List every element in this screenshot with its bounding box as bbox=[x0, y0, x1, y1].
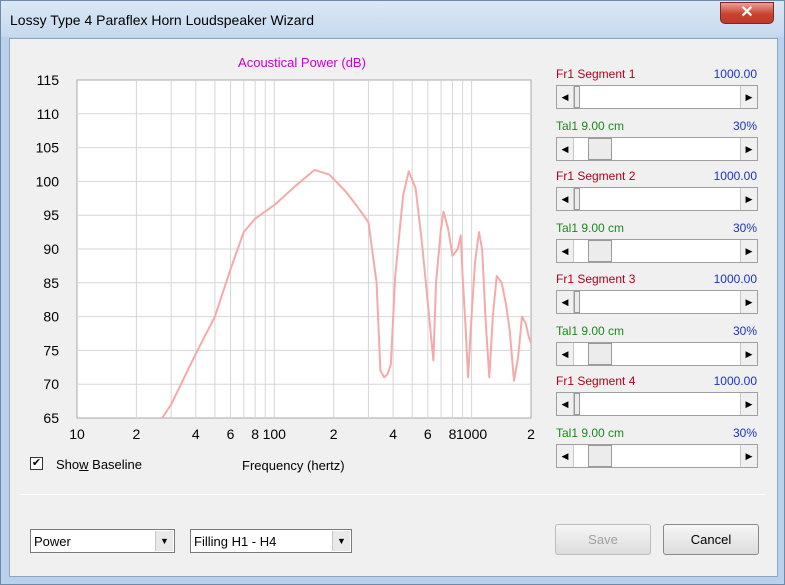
fr-value: 1000.00 bbox=[713, 67, 757, 81]
tal-percent: 30% bbox=[732, 221, 757, 235]
scroll-left-arrow-icon[interactable]: ◀ bbox=[557, 445, 574, 467]
scroll-thumb[interactable] bbox=[588, 138, 612, 160]
x-axis-title: Frequency (hertz) bbox=[242, 458, 345, 473]
tal-percent: 30% bbox=[732, 119, 757, 133]
scroll-right-arrow-icon[interactable]: ▶ bbox=[740, 445, 757, 467]
title-bar: Lossy Type 4 Paraflex Horn Loudspeaker W… bbox=[1, 1, 784, 37]
acoustical-power-chart: 1151101051009590858075706510 2 4 6 8 100 2 4 6 8 1… bbox=[36, 55, 535, 442]
scroll-left-arrow-icon[interactable]: ◀ bbox=[557, 343, 574, 365]
scroll-left-arrow-icon[interactable]: ◀ bbox=[557, 138, 574, 160]
chart-title: Acoustical Power (dB) bbox=[238, 55, 366, 70]
tal-percent: 30% bbox=[732, 426, 757, 440]
scroll-thumb[interactable] bbox=[574, 291, 580, 313]
chevron-down-icon[interactable]: ▼ bbox=[155, 531, 173, 551]
separator bbox=[20, 494, 766, 495]
scroll-right-arrow-icon[interactable]: ▶ bbox=[740, 393, 757, 415]
mode-select[interactable]: Power ▼ bbox=[30, 529, 175, 553]
x-tick-label: 6 bbox=[424, 426, 432, 442]
tal-label: Tal1 9.00 cm bbox=[556, 221, 625, 235]
cancel-button[interactable]: Cancel bbox=[663, 524, 759, 555]
filling-select[interactable]: Filling H1 - H4 ▼ bbox=[190, 529, 352, 553]
scroll-left-arrow-icon[interactable]: ◀ bbox=[557, 291, 574, 313]
tal-slider[interactable]: ◀ ▶ bbox=[556, 239, 758, 263]
scroll-track[interactable] bbox=[574, 188, 740, 210]
x-tick-label: 2 bbox=[132, 426, 140, 442]
tal-percent: 30% bbox=[732, 324, 757, 338]
fr-value: 1000.00 bbox=[713, 374, 757, 388]
scroll-track[interactable] bbox=[574, 86, 740, 108]
show-baseline-checkbox[interactable]: ✔ bbox=[30, 457, 43, 470]
x-tick-label: 100 bbox=[263, 426, 287, 442]
scroll-right-arrow-icon[interactable]: ▶ bbox=[740, 86, 757, 108]
scroll-track[interactable] bbox=[574, 240, 740, 262]
x-tick-label: 6 bbox=[227, 426, 235, 442]
save-button[interactable]: Save bbox=[555, 524, 651, 555]
scroll-left-arrow-icon[interactable]: ◀ bbox=[557, 240, 574, 262]
fr-slider[interactable]: ◀ ▶ bbox=[556, 85, 758, 109]
fr-value: 1000.00 bbox=[713, 169, 757, 183]
tal-slider[interactable]: ◀ ▶ bbox=[556, 444, 758, 468]
x-tick-label: 2 bbox=[330, 426, 338, 442]
scroll-track[interactable] bbox=[574, 138, 740, 160]
dialog-window: Lossy Type 4 Paraflex Horn Loudspeaker W… bbox=[0, 0, 785, 585]
scroll-thumb[interactable] bbox=[588, 445, 612, 467]
y-tick-label: 100 bbox=[36, 173, 60, 189]
fr-slider[interactable]: ◀ ▶ bbox=[556, 290, 758, 314]
y-tick-label: 90 bbox=[43, 241, 59, 257]
scroll-thumb[interactable] bbox=[574, 86, 580, 108]
fr-slider[interactable]: ◀ ▶ bbox=[556, 392, 758, 416]
tal-slider[interactable]: ◀ ▶ bbox=[556, 342, 758, 366]
tal-label: Tal1 9.00 cm bbox=[556, 119, 625, 133]
scroll-left-arrow-icon[interactable]: ◀ bbox=[557, 188, 574, 210]
scroll-right-arrow-icon[interactable]: ▶ bbox=[740, 188, 757, 210]
close-button[interactable]: ✕ bbox=[720, 2, 774, 24]
y-tick-label: 85 bbox=[43, 275, 59, 291]
x-tick-label: 2 bbox=[527, 426, 535, 442]
y-tick-label: 95 bbox=[43, 207, 59, 223]
scroll-thumb[interactable] bbox=[574, 188, 580, 210]
scroll-left-arrow-icon[interactable]: ◀ bbox=[557, 86, 574, 108]
scroll-thumb[interactable] bbox=[574, 393, 580, 415]
scroll-thumb[interactable] bbox=[588, 343, 612, 365]
y-tick-label: 80 bbox=[43, 309, 59, 325]
fr-slider[interactable]: ◀ ▶ bbox=[556, 187, 758, 211]
scroll-right-arrow-icon[interactable]: ▶ bbox=[740, 343, 757, 365]
scroll-right-arrow-icon[interactable]: ▶ bbox=[740, 138, 757, 160]
tal-slider[interactable]: ◀ ▶ bbox=[556, 137, 758, 161]
fr-value: 1000.00 bbox=[713, 272, 757, 286]
x-tick-label: 4 bbox=[192, 426, 200, 442]
scroll-track[interactable] bbox=[574, 445, 740, 467]
fr-label: Fr1 Segment 2 bbox=[556, 169, 636, 183]
x-tick-label: 8 bbox=[251, 426, 259, 442]
fr-label: Fr1 Segment 1 bbox=[556, 67, 636, 81]
scroll-left-arrow-icon[interactable]: ◀ bbox=[557, 393, 574, 415]
dialog-client-area: 115 110 105 100 95 90 85 80 75 70 65 10 2 4 6 8 100 2 4 6 8 1… bbox=[9, 38, 778, 577]
chevron-down-icon[interactable]: ▼ bbox=[332, 531, 350, 551]
close-icon: ✕ bbox=[740, 4, 754, 21]
window-title: Lossy Type 4 Paraflex Horn Loudspeaker W… bbox=[10, 12, 315, 28]
scroll-track[interactable] bbox=[574, 343, 740, 365]
scroll-track[interactable] bbox=[574, 291, 740, 313]
x-tick-label: 10 bbox=[69, 426, 85, 442]
y-tick-label: 110 bbox=[37, 106, 60, 122]
tal-label: Tal1 9.00 cm bbox=[556, 426, 625, 440]
tal-label: Tal1 9.00 cm bbox=[556, 324, 625, 338]
scroll-thumb[interactable] bbox=[588, 240, 612, 262]
y-tick-label: 115 bbox=[37, 72, 60, 88]
check-icon: ✔ bbox=[31, 457, 42, 469]
x-tick-label: 4 bbox=[389, 426, 397, 442]
fr-label: Fr1 Segment 3 bbox=[556, 272, 636, 286]
y-tick-label: 65 bbox=[43, 410, 59, 426]
show-baseline-label[interactable]: Show Baseline bbox=[56, 457, 142, 472]
fr-label: Fr1 Segment 4 bbox=[556, 374, 636, 388]
y-tick-label: 70 bbox=[43, 376, 59, 392]
y-tick-label: 105 bbox=[36, 140, 60, 156]
x-tick-label: 1000 bbox=[456, 426, 487, 442]
scroll-track[interactable] bbox=[574, 393, 740, 415]
scroll-right-arrow-icon[interactable]: ▶ bbox=[740, 291, 757, 313]
y-tick-label: 75 bbox=[43, 342, 59, 358]
scroll-right-arrow-icon[interactable]: ▶ bbox=[740, 240, 757, 262]
